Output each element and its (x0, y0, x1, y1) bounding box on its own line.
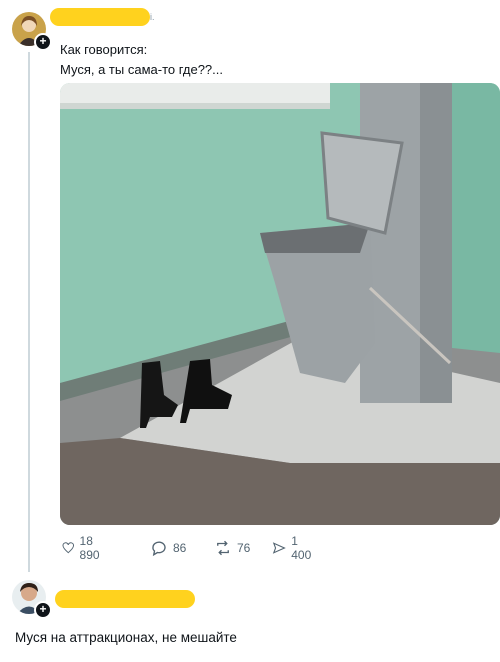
reply-button[interactable]: 86 (150, 538, 186, 558)
post-line-1: Как говорится: (60, 42, 148, 57)
follow-plus-icon[interactable]: + (34, 33, 52, 51)
redacted-author-name (50, 8, 150, 26)
views-icon (272, 542, 286, 554)
views-count: 1 400 (291, 534, 312, 562)
redacted-reply-name (55, 590, 195, 608)
post-photo[interactable] (60, 83, 500, 525)
repost-button[interactable]: 76 (214, 538, 250, 558)
likes-count: 18 890 (79, 534, 100, 562)
views-button[interactable]: 1 400 (272, 534, 315, 562)
heart-icon (62, 542, 74, 554)
replies-count: 86 (173, 541, 187, 555)
thread-line (28, 52, 30, 572)
reply-text: Муся на аттракционах, не мешайте (15, 630, 237, 645)
reply-icon (152, 541, 166, 557)
post-text: Как говорится: Муся, а ты сама-то где??.… (60, 40, 223, 80)
redaction-mark: i. (150, 12, 155, 22)
photo-illustration (60, 83, 500, 525)
like-button[interactable]: 18 890 (62, 534, 105, 562)
reposts-count: 76 (237, 541, 251, 555)
reply-follow-plus-icon[interactable]: + (34, 601, 52, 619)
repost-icon (217, 540, 229, 556)
post-line-2: Муся, а ты сама-то где??... (60, 62, 223, 77)
